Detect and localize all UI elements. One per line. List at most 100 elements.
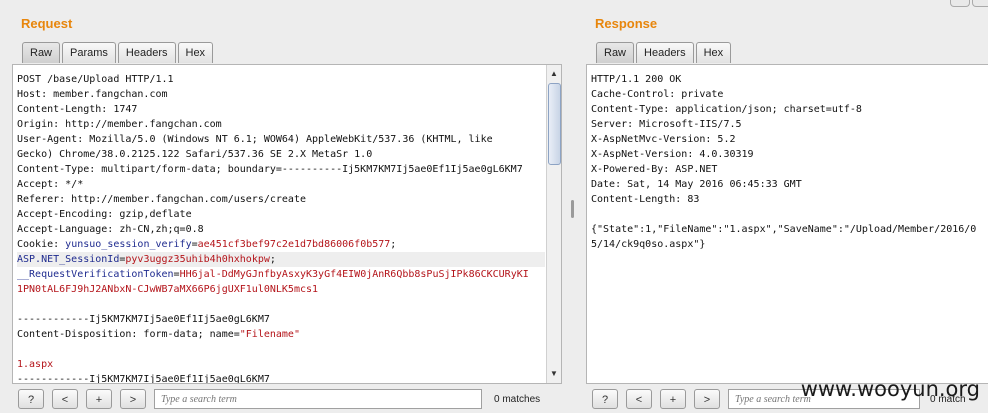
text-segment: {"State":1,"FileName":"1.aspx","SaveName… <box>591 224 977 235</box>
response-panel: Response Raw Headers Hex HTTP/1.1 200 OK… <box>586 0 988 413</box>
scroll-up-icon[interactable]: ▲ <box>547 67 561 81</box>
text-segment: 1.aspx <box>17 359 54 370</box>
text-segment: Gecko) Chrome/38.0.2125.122 Safari/537.3… <box>17 149 373 160</box>
text-segment: HH6jal-DdMyGJnfbyAsxyK3yGf4EIW0jAnR6Qbb8… <box>179 269 529 280</box>
response-editor[interactable]: HTTP/1.1 200 OK Cache-Control: private Con… <box>586 64 988 384</box>
text-line: Content-Type: application/json; charset=… <box>591 102 988 117</box>
text-line: 1.aspx <box>17 357 545 372</box>
tab-params[interactable]: Params <box>62 42 116 63</box>
add-button[interactable]: + <box>86 389 112 409</box>
request-tabs: Raw Params Headers Hex <box>22 42 214 64</box>
text-line: Content-Length: 1747 <box>17 102 545 117</box>
text-line: Content-Length: 83 <box>591 192 988 207</box>
text-segment: 1PN0tAL6FJ9hJ2ANbxN-CJwWB7aMX66P6jgUXF1u… <box>17 284 319 295</box>
text-line: X-AspNetMvc-Version: 5.2 <box>591 132 988 147</box>
text-line: Origin: http://member.fangchan.com <box>17 117 545 132</box>
text-line: ------------Ij5KM7KM7Ij5ae0Ef1Ij5ae0gL6K… <box>17 372 545 384</box>
text-segment: X-Powered-By: ASP.NET <box>591 164 718 175</box>
text-line: Gecko) Chrome/38.0.2125.122 Safari/537.3… <box>17 147 545 162</box>
match-count: 0 matches <box>494 393 541 405</box>
next-button[interactable]: > <box>120 389 146 409</box>
text-line: Content-Disposition: form-data; name="Fi… <box>17 327 545 342</box>
text-segment: ; <box>269 254 276 265</box>
text-segment: Referer: http://member.fangchan.com/user… <box>17 194 306 205</box>
text-line: X-Powered-By: ASP.NET <box>591 162 988 177</box>
text-line: __RequestVerificationToken=HH6jal-DdMyGJ… <box>17 267 545 282</box>
text-segment: ae451cf3bef97c2e1d7bd86006f0b577 <box>197 239 391 250</box>
text-line: Content-Type: multipart/form-data; bound… <box>17 162 545 177</box>
text-segment: Host: member.fangchan.com <box>17 89 168 100</box>
help-button[interactable]: ? <box>592 389 618 409</box>
window-button[interactable] <box>972 0 988 7</box>
watermark: www.wooyun.org <box>800 377 980 401</box>
text-line <box>591 207 988 222</box>
text-segment: Content-Length: 83 <box>591 194 700 205</box>
text-line: Cache-Control: private <box>591 87 988 102</box>
text-line: 1PN0tAL6FJ9hJ2ANbxN-CJwWB7aMX66P6jgUXF1u… <box>17 282 545 297</box>
text-segment: X-AspNetMvc-Version: 5.2 <box>591 134 736 145</box>
text-segment: yunsuo_session_verify <box>65 239 192 250</box>
text-segment: __RequestVerificationToken <box>17 269 174 280</box>
text-segment: HTTP/1.1 200 OK <box>591 74 682 85</box>
response-tabs: Raw Headers Hex <box>596 42 732 64</box>
request-title: Request <box>21 16 73 31</box>
text-segment: ; <box>390 239 397 250</box>
request-editor[interactable]: POST /base/Upload HTTP/1.1 Host: member.f… <box>12 64 562 384</box>
response-text[interactable]: HTTP/1.1 200 OK Cache-Control: private Con… <box>591 72 988 252</box>
response-title: Response <box>595 16 658 31</box>
text-segment: Server: Microsoft-IIS/7.5 <box>591 119 742 130</box>
text-segment: Content-Type: multipart/form-data; bound… <box>17 164 523 175</box>
add-button[interactable]: + <box>660 389 686 409</box>
next-button[interactable]: > <box>694 389 720 409</box>
text-line: Referer: http://member.fangchan.com/user… <box>17 192 545 207</box>
search-input[interactable] <box>154 389 482 409</box>
text-segment: User-Agent: Mozilla/5.0 (Windows NT 6.1;… <box>17 134 493 145</box>
text-segment: Date: Sat, 14 May 2016 06:45:33 GMT <box>591 179 802 190</box>
text-segment: Accept: */* <box>17 179 84 190</box>
help-button[interactable]: ? <box>18 389 44 409</box>
text-line: 5/14/ck9q0so.aspx"} <box>591 237 988 252</box>
text-segment: Origin: http://member.fangchan.com <box>17 119 222 130</box>
previous-button[interactable]: < <box>626 389 652 409</box>
text-segment: pyv3uggz35uhib4h0hxhokpw <box>125 254 270 265</box>
text-segment: ------------Ij5KM7KM7Ij5ae0Ef1Ij5ae0gL6K… <box>17 314 270 325</box>
text-segment: ------------Ij5KM7KM7Ij5ae0Ef1Ij5ae0gL6K… <box>17 374 270 384</box>
tab-headers[interactable]: Headers <box>636 42 694 63</box>
text-line: Accept-Language: zh-CN,zh;q=0.8 <box>17 222 545 237</box>
tab-raw[interactable]: Raw <box>596 42 635 63</box>
text-segment: X-AspNet-Version: 4.0.30319 <box>591 149 754 160</box>
text-line: User-Agent: Mozilla/5.0 (Windows NT 6.1;… <box>17 132 545 147</box>
text-line: Accept: */* <box>17 177 545 192</box>
text-segment: 5/14/ck9q0so.aspx"} <box>591 239 706 250</box>
scroll-down-icon[interactable]: ▼ <box>547 367 561 381</box>
text-segment: Accept-Language: zh-CN,zh;q=0.8 <box>17 224 204 235</box>
request-text[interactable]: POST /base/Upload HTTP/1.1 Host: member.f… <box>17 72 545 384</box>
text-line: HTTP/1.1 200 OK <box>591 72 988 87</box>
panel-splitter[interactable] <box>571 200 574 218</box>
previous-button[interactable]: < <box>52 389 78 409</box>
window-button[interactable] <box>950 0 970 7</box>
text-segment: Accept-Encoding: gzip,deflate <box>17 209 192 220</box>
text-segment: POST /base/Upload HTTP/1.1 <box>17 74 174 85</box>
text-segment: Cookie: <box>17 239 66 250</box>
text-line: Cookie: yunsuo_session_verify=ae451cf3be… <box>17 237 545 252</box>
text-segment: Content-Type: application/json; charset=… <box>591 104 862 115</box>
text-line: X-AspNet-Version: 4.0.30319 <box>591 147 988 162</box>
text-line: POST /base/Upload HTTP/1.1 <box>17 72 545 87</box>
request-panel: Request Raw Params Headers Hex POST /bas… <box>12 0 562 413</box>
text-line: Server: Microsoft-IIS/7.5 <box>591 117 988 132</box>
text-line: Host: member.fangchan.com <box>17 87 545 102</box>
text-line: Date: Sat, 14 May 2016 06:45:33 GMT <box>591 177 988 192</box>
tab-headers[interactable]: Headers <box>117 42 176 63</box>
scroll-thumb[interactable] <box>548 83 561 165</box>
text-segment: ASP.NET_SessionId <box>17 254 120 265</box>
text-line <box>17 342 545 357</box>
request-search-bar: ? < + > 0 matches <box>18 388 540 410</box>
tab-hex[interactable]: Hex <box>695 42 732 63</box>
text-segment: Content-Disposition: form-data; name= <box>17 329 240 340</box>
request-scrollbar[interactable]: ▲ ▼ <box>546 65 561 383</box>
text-segment: "Filename" <box>239 329 300 340</box>
tab-hex[interactable]: Hex <box>177 42 214 63</box>
tab-raw[interactable]: Raw <box>22 42 61 63</box>
text-line <box>17 297 545 312</box>
